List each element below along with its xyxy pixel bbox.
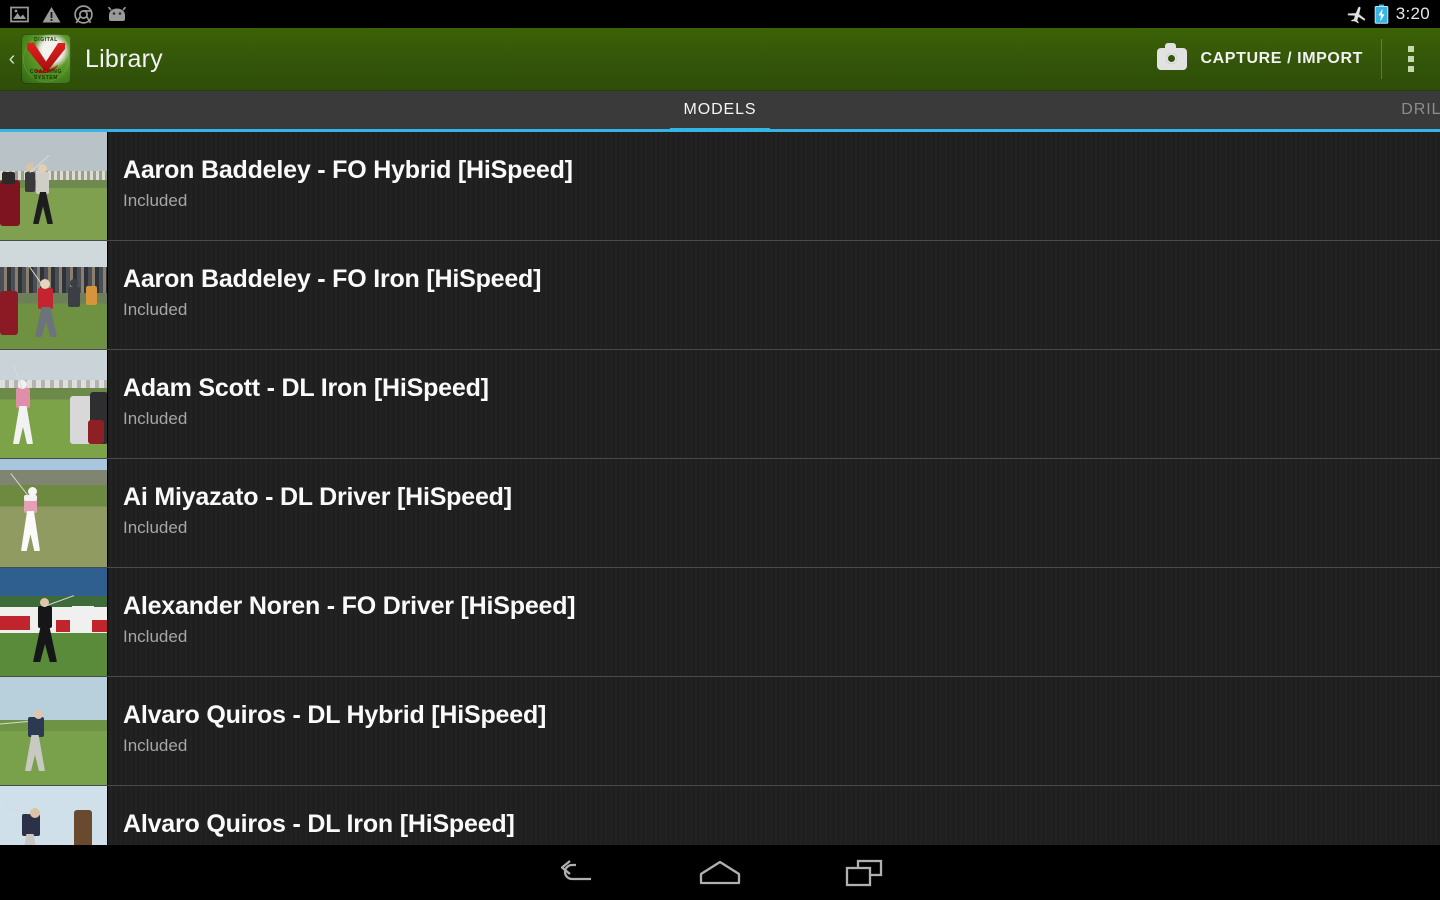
model-thumbnail bbox=[0, 350, 108, 458]
row-title: Adam Scott - DL Iron [HiSpeed] bbox=[123, 374, 489, 402]
battery-charging-icon bbox=[1374, 4, 1389, 24]
row-text: Alexander Noren - FO Driver [HiSpeed] In… bbox=[108, 568, 1440, 676]
row-title: Aaron Baddeley - FO Iron [HiSpeed] bbox=[123, 265, 542, 293]
table-row[interactable]: Alexander Noren - FO Driver [HiSpeed] In… bbox=[0, 568, 1440, 677]
status-bar-system-icons: 3:20 bbox=[1347, 4, 1440, 24]
row-title: Alvaro Quiros - DL Iron [HiSpeed] bbox=[123, 810, 515, 838]
model-thumbnail bbox=[0, 568, 108, 676]
row-subtitle: Included bbox=[123, 736, 188, 755]
row-text: Adam Scott - DL Iron [HiSpeed] Included bbox=[108, 350, 1440, 458]
back-icon bbox=[560, 859, 591, 880]
row-text: Alvaro Quiros - DL Hybrid [HiSpeed] Incl… bbox=[108, 677, 1440, 785]
up-navigation-chevron-icon[interactable]: ‹ bbox=[4, 49, 20, 69]
row-subtitle: Included bbox=[123, 300, 188, 319]
image-icon bbox=[10, 6, 29, 22]
action-bar: ‹ DIGITAL COACHING SYSTEM Library CAPTUR… bbox=[0, 28, 1440, 91]
table-row[interactable]: Aaron Baddeley - FO Hybrid [HiSpeed] Inc… bbox=[0, 132, 1440, 241]
row-title: Alexander Noren - FO Driver [HiSpeed] bbox=[123, 592, 576, 620]
table-row[interactable]: Ai Miyazato - DL Driver [HiSpeed] Includ… bbox=[0, 459, 1440, 568]
capture-import-button[interactable]: CAPTURE / IMPORT bbox=[1147, 28, 1382, 91]
overflow-dot bbox=[1408, 46, 1414, 52]
model-thumbnail bbox=[0, 132, 108, 240]
android-navigation-bar bbox=[0, 845, 1440, 900]
row-title: Aaron Baddeley - FO Hybrid [HiSpeed] bbox=[123, 156, 573, 184]
row-text: Aaron Baddeley - FO Iron [HiSpeed] Inclu… bbox=[108, 241, 1440, 349]
row-text: Ai Miyazato - DL Driver [HiSpeed] Includ… bbox=[108, 459, 1440, 567]
action-bar-actions: CAPTURE / IMPORT bbox=[1147, 28, 1440, 91]
overflow-menu-icon[interactable] bbox=[1382, 28, 1440, 91]
logo-text-top: DIGITAL bbox=[34, 37, 58, 43]
table-row[interactable]: Alvaro Quiros - DL Hybrid [HiSpeed] Incl… bbox=[0, 677, 1440, 786]
home-button[interactable] bbox=[672, 845, 768, 900]
row-subtitle: Included bbox=[123, 518, 188, 537]
app-logo-icon[interactable]: DIGITAL COACHING SYSTEM bbox=[21, 34, 71, 84]
table-row[interactable]: Aaron Baddeley - FO Iron [HiSpeed] Inclu… bbox=[0, 241, 1440, 350]
tab-bar: MODELS DRILLS bbox=[0, 91, 1440, 132]
tab-drills[interactable]: DRILLS bbox=[1382, 91, 1440, 129]
tab-models[interactable]: MODELS bbox=[670, 91, 770, 132]
android-bug-icon bbox=[107, 6, 127, 21]
table-row[interactable]: Adam Scott - DL Iron [HiSpeed] Included bbox=[0, 350, 1440, 459]
back-button[interactable] bbox=[528, 845, 624, 900]
row-text: Alvaro Quiros - DL Iron [HiSpeed] bbox=[108, 786, 1440, 845]
model-thumbnail bbox=[0, 459, 108, 567]
capture-import-label: CAPTURE / IMPORT bbox=[1200, 50, 1363, 67]
table-row[interactable]: Alvaro Quiros - DL Iron [HiSpeed] bbox=[0, 786, 1440, 845]
home-icon bbox=[699, 860, 741, 884]
row-subtitle: Included bbox=[123, 409, 188, 428]
row-text: Aaron Baddeley - FO Hybrid [HiSpeed] Inc… bbox=[108, 132, 1440, 240]
overflow-dot bbox=[1408, 56, 1414, 62]
warning-icon bbox=[42, 6, 61, 22]
overflow-dot bbox=[1408, 66, 1414, 72]
row-title: Ai Miyazato - DL Driver [HiSpeed] bbox=[123, 483, 512, 511]
logo-text-bottom: COACHING SYSTEM bbox=[29, 69, 63, 81]
tab-models-label: MODELS bbox=[683, 101, 757, 118]
tab-drills-label: DRILLS bbox=[1401, 101, 1440, 118]
models-list[interactable]: Aaron Baddeley - FO Hybrid [HiSpeed] Inc… bbox=[0, 132, 1440, 845]
status-bar-clock: 3:20 bbox=[1395, 4, 1430, 23]
chrome-icon bbox=[74, 4, 93, 24]
model-thumbnail bbox=[0, 241, 108, 349]
row-subtitle: Included bbox=[123, 191, 188, 210]
android-tablet-screen: 3:20 ‹ DIGITAL COACHING SYSTEM Library C… bbox=[0, 0, 1440, 900]
airplane-mode-icon bbox=[1347, 6, 1365, 23]
status-bar-notification-icons bbox=[0, 4, 128, 24]
status-bar: 3:20 bbox=[0, 0, 1440, 28]
model-thumbnail bbox=[0, 677, 108, 785]
camera-icon bbox=[1156, 43, 1187, 70]
page-title: Library bbox=[85, 44, 163, 73]
row-title: Alvaro Quiros - DL Hybrid [HiSpeed] bbox=[123, 701, 547, 729]
recents-button[interactable] bbox=[816, 845, 912, 900]
model-thumbnail bbox=[0, 786, 108, 845]
recents-icon bbox=[845, 859, 883, 886]
row-subtitle: Included bbox=[123, 627, 188, 646]
